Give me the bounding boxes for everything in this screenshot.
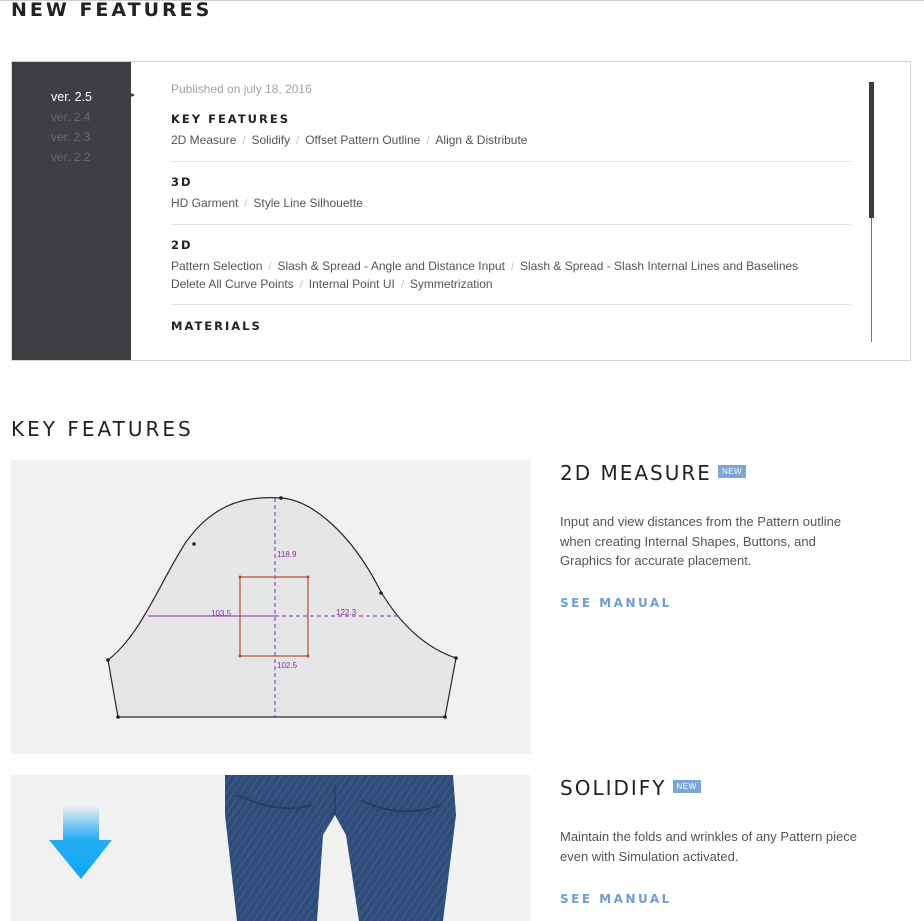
pattern-diagram: 118.9 103.5 122.3 102.5 xyxy=(106,496,458,719)
measure-illustration: 118.9 103.5 122.3 102.5 xyxy=(11,460,531,754)
feature-title-solidify: SOLIDIFY NEW xyxy=(560,776,701,800)
new-badge: NEW xyxy=(717,465,747,478)
curve-point xyxy=(192,542,196,546)
active-version-pointer-icon xyxy=(129,92,135,98)
new-features-title: NEW FEATURES xyxy=(11,0,213,21)
see-manual-link-2d-measure[interactable]: SEE MANUAL xyxy=(560,596,672,610)
measure-label: 118.9 xyxy=(277,550,297,559)
notes-section-items: Pattern Selection / Slash & Spread - Angle… xyxy=(171,258,851,294)
curve-point xyxy=(279,496,283,500)
solidify-illustration xyxy=(11,775,531,921)
curve-point xyxy=(116,715,120,719)
note-item[interactable]: Delete All Curve Points xyxy=(171,277,294,291)
release-notes-content: Published on july 18, 2016 KEY FEATURES … xyxy=(171,62,851,342)
shape-point xyxy=(306,575,310,579)
sleeve-pattern-outline xyxy=(107,497,457,718)
published-date: Published on july 18, 2016 xyxy=(171,82,312,96)
notes-divider xyxy=(171,161,851,162)
notes-section-key-features: KEY FEATURES 2D Measure / Solidify / Offset … xyxy=(171,112,851,150)
separator-icon: / xyxy=(242,135,246,147)
note-item[interactable]: Align & Distribute xyxy=(435,133,527,147)
shape-point xyxy=(238,575,242,579)
version-item-2-4[interactable]: ver. 2.4 xyxy=(51,110,90,124)
notes-section-heading: 3D xyxy=(171,175,193,189)
notes-section-materials: MATERIALS xyxy=(171,319,851,333)
notes-section-heading: KEY FEATURES xyxy=(171,112,290,126)
release-notes-panel: ver. 2.5 ver. 2.4 ver. 2.3 ver. 2.2 Publ… xyxy=(11,61,911,361)
note-item[interactable]: Pattern Selection xyxy=(171,259,262,273)
key-features-title: KEY FEATURES xyxy=(11,417,194,441)
notes-section-items: 2D Measure / Solidify / Offset Pattern Outli… xyxy=(171,132,851,150)
note-item[interactable]: Slash & Spread - Angle and Distance Inpu… xyxy=(277,259,504,273)
separator-icon: / xyxy=(299,279,303,291)
version-item-2-3[interactable]: ver. 2.3 xyxy=(51,130,90,144)
measure-label: 102.5 xyxy=(277,661,298,670)
measure-label: 103.5 xyxy=(211,609,232,618)
notes-section-heading: 2D xyxy=(171,238,193,252)
shape-point xyxy=(238,654,242,658)
separator-icon: / xyxy=(426,135,430,147)
version-item-2-2[interactable]: ver. 2.2 xyxy=(51,150,90,164)
feature-description-solidify: Maintain the folds and wrinkles of any P… xyxy=(560,829,858,864)
notes-divider xyxy=(171,304,851,305)
new-badge: NEW xyxy=(672,780,701,793)
notes-section-3d: 3D HD Garment / Style Line Silhouette xyxy=(171,175,851,213)
curve-point xyxy=(443,715,447,719)
note-item[interactable]: Internal Point UI xyxy=(309,277,395,291)
notes-divider xyxy=(171,224,851,225)
separator-icon: / xyxy=(400,279,404,291)
feature-title-text: 2D MEASURE xyxy=(560,461,712,485)
separator-icon: / xyxy=(296,135,300,147)
feature-title-2d-measure: 2D MEASURE NEW xyxy=(560,461,747,485)
notes-section-items: HD Garment / Style Line Silhouette xyxy=(171,195,851,213)
solidify-image xyxy=(11,775,531,921)
measure-label: 122.3 xyxy=(336,608,357,617)
note-item[interactable]: Slash & Spread - Slash Internal Lines an… xyxy=(520,259,798,273)
note-item[interactable]: HD Garment xyxy=(171,196,238,210)
shape-point xyxy=(306,654,310,658)
note-item[interactable]: Style Line Silhouette xyxy=(253,196,362,210)
version-item-2-5[interactable]: ver. 2.5 xyxy=(51,90,92,104)
separator-icon: / xyxy=(510,261,514,273)
note-item[interactable]: Symmetrization xyxy=(410,277,493,291)
feature-description-2d-measure: Input and view distances from the Patter… xyxy=(560,514,842,568)
feature-title-text: SOLIDIFY xyxy=(560,776,667,800)
notes-section-heading: MATERIALS xyxy=(171,319,262,333)
see-manual-link-solidify[interactable]: SEE MANUAL xyxy=(560,892,672,906)
notes-section-2d: 2D Pattern Selection / Slash & Spread - An… xyxy=(171,238,851,294)
curve-point xyxy=(379,591,383,595)
curve-point xyxy=(106,658,110,662)
note-item[interactable]: Offset Pattern Outline xyxy=(305,133,420,147)
note-item[interactable]: 2D Measure xyxy=(171,133,236,147)
curve-point xyxy=(454,656,458,660)
version-sidebar: ver. 2.5 ver. 2.4 ver. 2.3 ver. 2.2 xyxy=(12,62,131,360)
separator-icon: / xyxy=(244,198,248,210)
separator-icon: / xyxy=(268,261,272,273)
note-item[interactable]: Solidify xyxy=(251,133,290,147)
scrollbar-thumb[interactable] xyxy=(869,82,874,218)
